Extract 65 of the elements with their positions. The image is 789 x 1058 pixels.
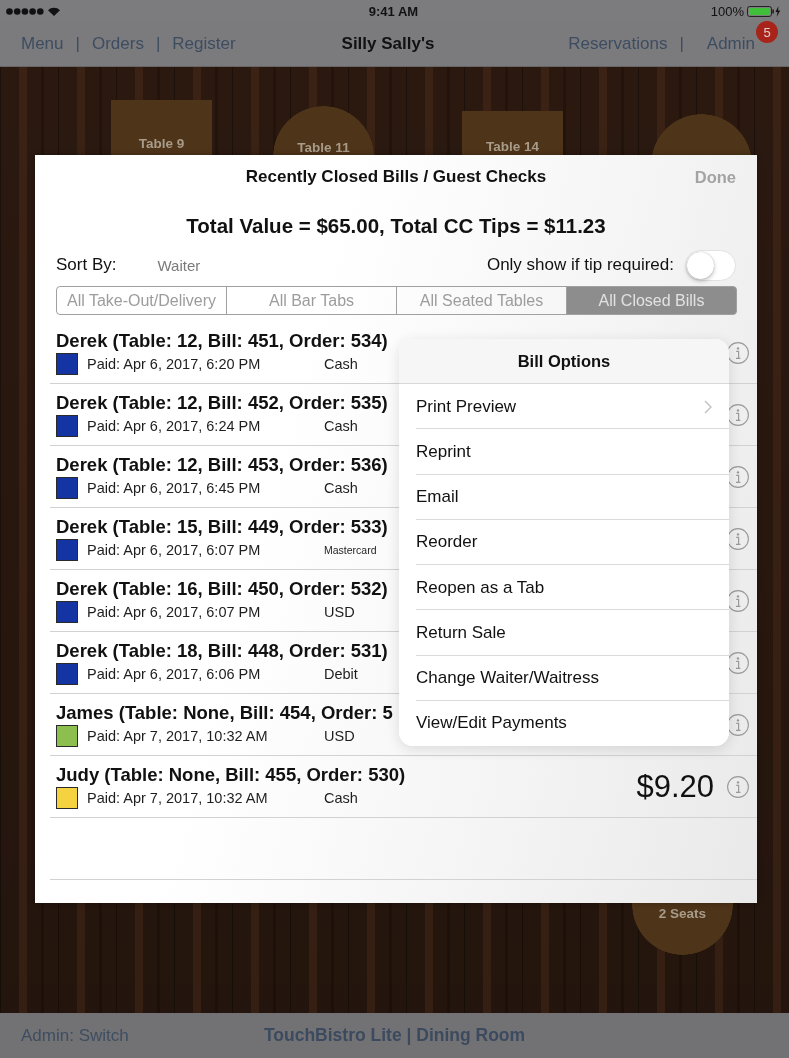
bill-title: Judy (Table: None, Bill: 455, Order: 530): [56, 764, 406, 786]
payment-method: Cash: [324, 356, 358, 372]
table-label: Table 14: [486, 139, 539, 154]
toggle-switch[interactable]: [685, 249, 736, 281]
square-table[interactable]: Table 9: [111, 100, 212, 155]
done-button[interactable]: Done: [694, 167, 736, 187]
table-label: Table 11: [297, 140, 350, 155]
menu-item[interactable]: Change Waiter/Waitress: [399, 655, 729, 701]
paid-date: Paid: Apr 6, 2017, 6:24 PM: [87, 418, 261, 434]
paid-date: Paid: Apr 6, 2017, 6:45 PM: [87, 480, 261, 496]
payment-method: Cash: [324, 790, 358, 806]
bill-title: Derek (Table: 18, Bill: 448, Order: 531): [56, 640, 388, 662]
dialog-title: Recently Closed Bills / Guest Checks: [245, 167, 547, 187]
bill-title: James (Table: None, Bill: 454, Order: 5: [56, 702, 393, 724]
menu-item[interactable]: Return Sale: [399, 610, 729, 656]
payment-method: Cash: [324, 418, 358, 434]
segment-tab[interactable]: All Seated Tables: [396, 286, 567, 315]
notification-badge: 5: [756, 21, 778, 43]
table-label: 2 Seats: [658, 906, 707, 921]
paid-date: Paid: Apr 7, 2017, 10:32 AM: [87, 790, 268, 806]
paid-date: Paid: Apr 6, 2017, 6:20 PM: [87, 356, 261, 372]
info-icon[interactable]: [727, 775, 749, 798]
battery-icon: [747, 5, 781, 17]
totals-text: Total Value = $65.00, Total CC Tips = $11.23: [186, 214, 606, 238]
menu-item[interactable]: Reopen as a Tab: [399, 565, 729, 611]
menu-item[interactable]: Print Preview: [399, 384, 729, 430]
bill-title: Derek (Table: 12, Bill: 452, Order: 535): [56, 392, 388, 414]
segment-tab[interactable]: All Closed Bills: [566, 286, 737, 315]
payment-method: Debit: [324, 666, 358, 682]
bill-title: Derek (Table: 16, Bill: 450, Order: 532): [56, 578, 388, 600]
nav-divider: |: [155, 34, 161, 54]
menu-item[interactable]: Reprint: [399, 429, 729, 475]
sort-picker[interactable]: Waiter: [157, 256, 201, 274]
round-table[interactable]: 2 Seats: [632, 903, 733, 955]
payment-method: Mastercard: [324, 544, 377, 556]
wifi-icon: [48, 6, 60, 16]
table-label: Table 9: [138, 136, 185, 151]
paid-date: Paid: Apr 6, 2017, 6:07 PM: [87, 604, 261, 620]
menu-item[interactable]: Email: [399, 474, 729, 520]
square-table[interactable]: Table 14: [462, 111, 563, 155]
tip-filter-label: Only show if tip required:: [486, 255, 674, 275]
round-table[interactable]: Table 11: [273, 106, 374, 155]
battery-percent: 100%: [710, 3, 744, 19]
bill-amount: $9.20: [636, 768, 714, 805]
menu-item[interactable]: View/Edit Payments: [399, 700, 729, 746]
payment-method: Cash: [324, 480, 358, 496]
restaurant-title: Silly Sally's: [341, 34, 435, 54]
bill-title: Derek (Table: 12, Bill: 453, Order: 536): [56, 454, 388, 476]
chevron-icon: [704, 399, 712, 414]
payment-method: USD: [324, 604, 355, 620]
segment-tab[interactable]: All Take-Out/Delivery: [56, 286, 227, 315]
paid-date: Paid: Apr 6, 2017, 6:07 PM: [87, 542, 261, 558]
nav-divider: |: [679, 34, 684, 54]
nav-divider: |: [75, 34, 80, 54]
menu-item[interactable]: Reorder: [399, 519, 729, 565]
sort-label: Sort By:: [56, 255, 117, 275]
segment-tab[interactable]: All Bar Tabs: [226, 286, 397, 315]
status-time: 9:41 AM: [368, 3, 419, 19]
paid-date: Paid: Apr 7, 2017, 10:32 AM: [87, 728, 268, 744]
paid-date: Paid: Apr 6, 2017, 6:06 PM: [87, 666, 261, 682]
popover-title: Bill Options: [399, 339, 729, 384]
bill-title: Derek (Table: 15, Bill: 449, Order: 533): [56, 516, 388, 538]
payment-method: USD: [324, 728, 355, 744]
bill-title: Derek (Table: 12, Bill: 451, Order: 534): [56, 330, 388, 352]
signal-icon: [6, 7, 44, 15]
